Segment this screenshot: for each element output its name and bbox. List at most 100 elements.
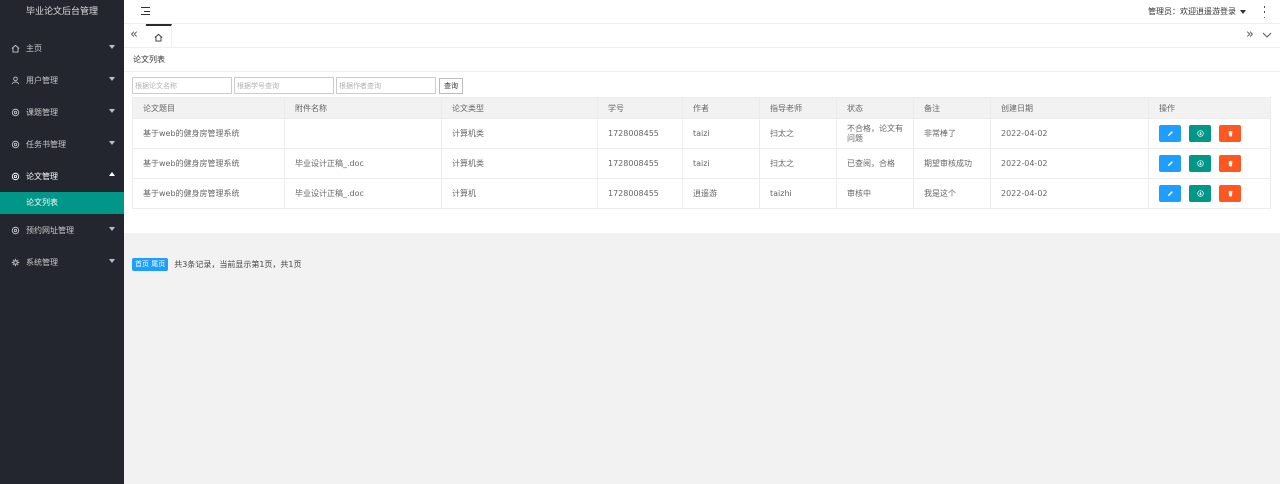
delete-button[interactable] <box>1219 155 1241 172</box>
gear-icon <box>10 171 20 181</box>
sidebar-item-label: 论文管理 <box>26 171 58 181</box>
column-header: 论文类型 <box>441 97 598 119</box>
home-icon <box>154 33 163 42</box>
home-icon <box>10 43 20 53</box>
column-header: 状态 <box>836 97 914 119</box>
gear-icon <box>10 107 20 117</box>
sidebar-item-topics[interactable]: 课题管理 <box>0 96 124 128</box>
menu-toggle-icon[interactable] <box>141 7 150 16</box>
table-row: 基于web的健身房管理系统 计算机类 1728008455 taizi 扫太之 … <box>132 118 1271 149</box>
tab-home[interactable] <box>146 24 172 48</box>
student-no-search-input[interactable] <box>234 77 334 94</box>
sidebar-item-home[interactable]: 主页 <box>0 32 124 64</box>
more-vertical-icon[interactable] <box>1263 6 1266 18</box>
trash-icon <box>1227 160 1233 167</box>
sidebar-item-system[interactable]: 系统管理 <box>0 246 124 278</box>
cell-actions <box>1148 178 1271 209</box>
cell-type: 计算机 <box>441 178 598 209</box>
delete-button[interactable] <box>1219 185 1241 202</box>
cell-advisor: 扫太之 <box>759 148 837 179</box>
sidebar-item-label: 用户管理 <box>26 75 58 85</box>
chevron-up-icon <box>109 172 115 176</box>
status-badge: 不合格，论文有问题 <box>836 118 914 149</box>
column-header: 操作 <box>1148 97 1271 119</box>
chevron-down-icon <box>109 77 115 81</box>
cell-type: 计算机类 <box>441 118 598 149</box>
cell-remark: 我是这个 <box>913 178 991 209</box>
cell-remark: 非常棒了 <box>913 118 991 149</box>
chevron-down-icon <box>109 227 115 231</box>
cell-attachment: 毕业设计正稿_.doc <box>284 178 442 209</box>
column-header: 附件名称 <box>284 97 442 119</box>
chevron-down-icon <box>109 45 115 49</box>
chevron-down-icon[interactable] <box>1262 30 1272 40</box>
paper-table: 论文题目 附件名称 论文类型 学号 作者 指导老师 状态 备注 创建日期 操作 … <box>132 97 1271 209</box>
author-search-input[interactable] <box>336 77 436 94</box>
download-button[interactable] <box>1189 125 1211 142</box>
column-header: 指导老师 <box>759 97 837 119</box>
cell-remark: 期望审核成功 <box>913 148 991 179</box>
search-bar: 查询 <box>132 77 463 94</box>
top-header: 管理员：欢迎逍遥游登录 <box>124 0 1280 24</box>
cell-advisor: 扫太之 <box>759 118 837 149</box>
cell-student-no: 1728008455 <box>597 178 683 209</box>
sidebar-item-label: 预约网址管理 <box>26 225 74 235</box>
download-icon <box>1196 160 1204 167</box>
edit-button[interactable] <box>1159 155 1181 172</box>
column-header: 作者 <box>682 97 760 119</box>
cell-date: 2022-04-02 <box>990 148 1149 179</box>
sidebar: 毕业论文后台管理 主页 用户管理 课题管理 任务书管理 论文管理 论文列表 预约… <box>0 0 124 484</box>
download-button[interactable] <box>1189 155 1211 172</box>
page-title: 论文列表 <box>124 48 1280 72</box>
sidebar-item-users[interactable]: 用户管理 <box>0 64 124 96</box>
trash-icon <box>1227 190 1233 197</box>
pagination-summary: 共3条记录，当前显示第1页，共1页 <box>174 260 302 269</box>
search-button[interactable]: 查询 <box>439 77 463 94</box>
cell-type: 计算机类 <box>441 148 598 179</box>
cell-author: taizi <box>682 118 760 149</box>
pencil-icon <box>1167 131 1173 137</box>
user-icon <box>10 75 20 85</box>
sidebar-item-label: 课题管理 <box>26 107 58 117</box>
trash-icon <box>1227 130 1233 137</box>
paper-title-search-input[interactable] <box>132 77 232 94</box>
cell-title: 基于web的健身房管理系统 <box>132 118 285 149</box>
admin-dropdown[interactable]: 管理员：欢迎逍遥游登录 <box>1148 0 1246 24</box>
sidebar-item-label: 系统管理 <box>26 257 58 267</box>
cell-attachment <box>284 118 442 149</box>
download-button[interactable] <box>1189 185 1211 202</box>
sidebar-subitem-paper-list[interactable]: 论文列表 <box>0 192 124 214</box>
column-header: 论文题目 <box>132 97 285 119</box>
sidebar-menu: 主页 用户管理 课题管理 任务书管理 论文管理 论文列表 预约网址管理 系统管理 <box>0 32 124 278</box>
table-row: 基于web的健身房管理系统 毕业设计正稿_.doc 计算机类 172800845… <box>132 148 1271 179</box>
cell-actions <box>1148 148 1271 179</box>
chevron-down-icon <box>109 109 115 113</box>
cell-author: 逍遥游 <box>682 178 760 209</box>
status-badge: 审核中 <box>836 178 914 209</box>
chevron-down-icon <box>109 141 115 145</box>
download-icon <box>1196 190 1204 197</box>
gear-icon <box>10 139 20 149</box>
sidebar-item-appointments[interactable]: 预约网址管理 <box>0 214 124 246</box>
delete-button[interactable] <box>1219 125 1241 142</box>
sidebar-item-tasks[interactable]: 任务书管理 <box>0 128 124 160</box>
cell-author: taizi <box>682 148 760 179</box>
download-icon <box>1196 130 1204 137</box>
cell-date: 2022-04-02 <box>990 118 1149 149</box>
column-header: 创建日期 <box>990 97 1149 119</box>
cell-title: 基于web的健身房管理系统 <box>132 178 285 209</box>
tab-scroll-left-icon[interactable]: « <box>130 28 138 42</box>
column-header: 学号 <box>597 97 683 119</box>
sidebar-item-label: 任务书管理 <box>26 139 66 149</box>
chevron-down-icon <box>1240 10 1246 14</box>
tab-scroll-right-icon[interactable]: » <box>1246 28 1254 42</box>
app-title: 毕业论文后台管理 <box>0 0 124 24</box>
first-last-page-button[interactable]: 首页 尾页 <box>132 258 169 271</box>
pagination: 首页 尾页 共3条记录，当前显示第1页，共1页 <box>132 258 302 271</box>
admin-welcome-text: 管理员：欢迎逍遥游登录 <box>1148 7 1236 16</box>
edit-button[interactable] <box>1159 185 1181 202</box>
edit-button[interactable] <box>1159 125 1181 142</box>
sidebar-item-papers[interactable]: 论文管理 <box>0 160 124 192</box>
cell-student-no: 1728008455 <box>597 118 683 149</box>
cell-actions <box>1148 118 1271 149</box>
